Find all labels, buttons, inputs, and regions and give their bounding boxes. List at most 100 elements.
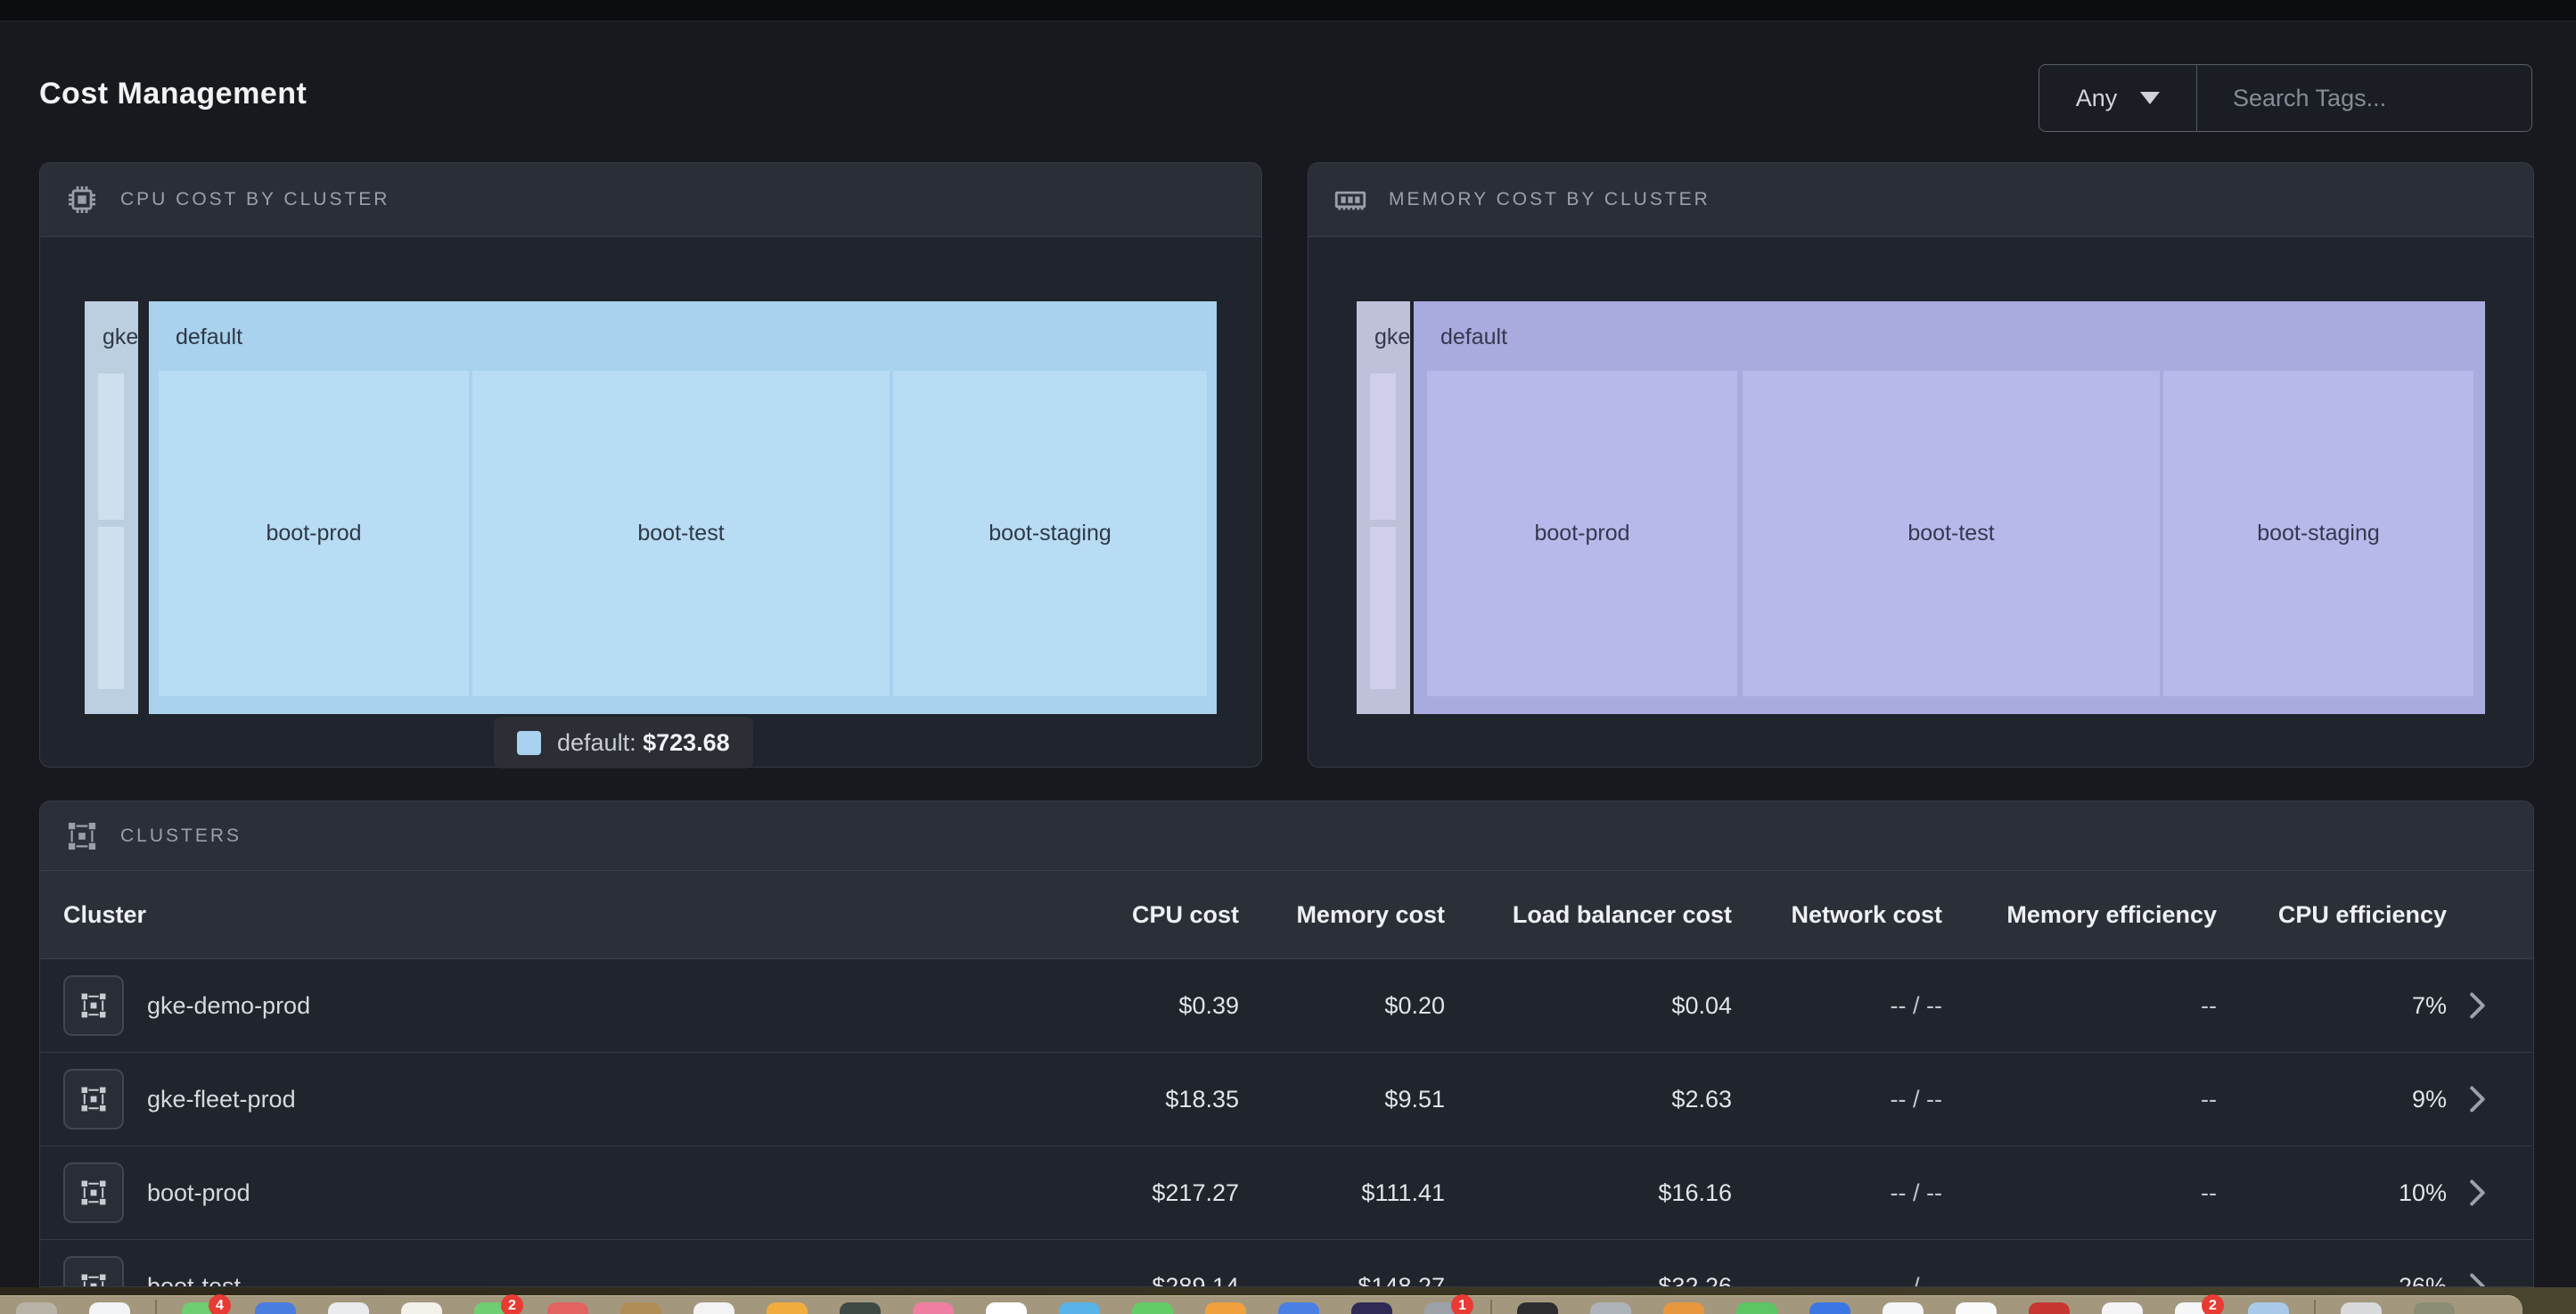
dock-app-icon-18[interactable] xyxy=(1278,1302,1319,1314)
tooltip-label: default: xyxy=(557,729,643,756)
dock-app-icon-32[interactable] xyxy=(2248,1302,2289,1314)
dock-app-icon-34[interactable] xyxy=(2341,1302,2382,1314)
cluster-icon-button[interactable] xyxy=(63,975,124,1036)
row-chevron-right-icon[interactable] xyxy=(2447,1271,2486,1287)
dock-app-icon-26[interactable] xyxy=(1809,1302,1850,1314)
cpu-treemap-cell[interactable] xyxy=(98,527,124,689)
dock-app-icon-25[interactable] xyxy=(1736,1302,1777,1314)
dock-app-icon-12[interactable] xyxy=(840,1302,881,1314)
dock-app-icon-28[interactable] xyxy=(1956,1302,1997,1314)
cluster-name: gke-fleet-prod xyxy=(147,1086,296,1113)
cluster-cell: gke-fleet-prod xyxy=(63,1069,1007,1129)
cluster-name: boot-test xyxy=(147,1273,241,1288)
cpu-efficiency-cell: 9% xyxy=(2217,1086,2447,1113)
treemap-group-label: default xyxy=(1440,324,1507,350)
cpu-chip-icon xyxy=(63,181,101,218)
cpu-treemap-cell-boot-test[interactable]: boot-test xyxy=(472,371,890,696)
search-tags-input[interactable] xyxy=(2197,85,2531,112)
load-balancer-cost-cell: $0.04 xyxy=(1445,992,1732,1020)
clusters-table-header: Cluster CPU cost Memory cost Load balanc… xyxy=(40,871,2533,959)
cpu-treemap-cell-boot-prod[interactable]: boot-prod xyxy=(159,371,469,696)
memory-treemap-group-gke[interactable]: gke xyxy=(1357,301,1410,714)
cluster-row-boot-prod[interactable]: boot-prod$217.27$111.41$16.16-- / ----10… xyxy=(40,1146,2533,1240)
cpu-cost-cell: $217.27 xyxy=(1007,1179,1239,1207)
cpu-panel-title: CPU COST BY CLUSTER xyxy=(120,189,390,210)
cpu-treemap-group-default[interactable]: default boot-prod boot-test boot-staging xyxy=(149,301,1217,714)
dock-app-icon-19[interactable] xyxy=(1351,1302,1392,1314)
memory-treemap-cell[interactable] xyxy=(1370,374,1396,520)
memory-treemap: gke default boot-prod boot-test boot-sta… xyxy=(1357,301,2485,714)
memory-panel-header: MEMORY COST BY CLUSTER xyxy=(1309,163,2533,237)
os-menu-bar xyxy=(0,0,2576,21)
memory-treemap-cell-boot-prod[interactable]: boot-prod xyxy=(1427,371,1737,696)
memory-treemap-cell[interactable] xyxy=(1370,527,1396,689)
dock-app-icon-17[interactable] xyxy=(1205,1302,1246,1314)
dock-app-icon-16[interactable] xyxy=(1132,1302,1173,1314)
cluster-row-gke-fleet-prod[interactable]: gke-fleet-prod$18.35$9.51$2.63-- / ----9… xyxy=(40,1053,2533,1146)
tag-filter-control: Any xyxy=(2039,64,2532,132)
dock-app-icon-29[interactable] xyxy=(2029,1302,2070,1314)
tag-match-value: Any xyxy=(2076,85,2118,112)
memory-treemap-cell-boot-staging[interactable]: boot-staging xyxy=(2163,371,2473,696)
memory-ram-icon xyxy=(1332,181,1369,218)
cluster-row-boot-test[interactable]: boot-test$289.14$148.27$32.26-- / ----26… xyxy=(40,1240,2533,1287)
dock-app-icon-0[interactable] xyxy=(16,1302,57,1314)
cpu-efficiency-cell: 10% xyxy=(2217,1179,2447,1207)
cluster-icon-button[interactable] xyxy=(63,1069,124,1129)
memory-cost-cell: $0.20 xyxy=(1239,992,1445,1020)
dock-notification-badge: 1 xyxy=(1451,1294,1473,1314)
row-chevron-right-icon[interactable] xyxy=(2447,1084,2486,1114)
dock-app-icon-10[interactable] xyxy=(693,1302,734,1314)
treemap-group-label: default xyxy=(176,324,242,350)
dock-app-icon-22[interactable] xyxy=(1517,1302,1558,1314)
memory-cost-cell: $9.51 xyxy=(1239,1086,1445,1113)
macos-dock: 4 2 1 2 xyxy=(0,1295,2523,1314)
cluster-row-gke-demo-prod[interactable]: gke-demo-prod$0.39$0.20$0.04-- / ----7% xyxy=(40,959,2533,1053)
dock-app-icon-14[interactable] xyxy=(986,1302,1027,1314)
dock-divider xyxy=(2314,1300,2316,1314)
col-header-cpu-efficiency: CPU efficiency xyxy=(2217,901,2447,929)
dock-app-icon-23[interactable] xyxy=(1590,1302,1631,1314)
dock-notification-badge: 2 xyxy=(2202,1294,2224,1314)
dock-app-icon-3[interactable]: 4 xyxy=(182,1302,223,1314)
dock-app-icon-1[interactable] xyxy=(89,1302,130,1314)
cpu-treemap: gke default boot-prod boot-test boot-sta… xyxy=(85,301,1217,714)
cpu-treemap-cell-boot-staging[interactable]: boot-staging xyxy=(893,371,1207,696)
network-cost-cell: -- / -- xyxy=(1732,992,1942,1020)
treemap-group-label: gke xyxy=(1374,324,1410,350)
network-cost-cell: -- / -- xyxy=(1732,1179,1942,1207)
network-cost-cell: -- / -- xyxy=(1732,1273,1942,1288)
dock-divider xyxy=(155,1300,157,1314)
tag-match-dropdown[interactable]: Any xyxy=(2039,65,2197,131)
cpu-treemap-group-gke[interactable]: gke xyxy=(85,301,138,714)
dock-app-icon-8[interactable] xyxy=(547,1302,588,1314)
dock-app-icon-6[interactable] xyxy=(401,1302,442,1314)
dock-app-icon-35[interactable] xyxy=(2414,1302,2455,1314)
clusters-panel: CLUSTERS Cluster CPU cost Memory cost Lo… xyxy=(39,801,2534,1287)
dock-app-icon-24[interactable] xyxy=(1663,1302,1704,1314)
row-chevron-right-icon[interactable] xyxy=(2447,1178,2486,1208)
dock-app-icon-20[interactable]: 1 xyxy=(1424,1302,1465,1314)
cpu-treemap-cell[interactable] xyxy=(98,374,124,520)
clusters-panel-header: CLUSTERS xyxy=(40,801,2533,871)
dock-app-icon-5[interactable] xyxy=(328,1302,369,1314)
dock-app-icon-11[interactable] xyxy=(767,1302,808,1314)
dock-app-icon-9[interactable] xyxy=(620,1302,661,1314)
page-title: Cost Management xyxy=(39,77,307,111)
cluster-icon-button[interactable] xyxy=(63,1162,124,1223)
row-chevron-right-icon[interactable] xyxy=(2447,990,2486,1021)
memory-treemap-group-default[interactable]: default boot-prod boot-test boot-staging xyxy=(1414,301,2485,714)
memory-treemap-cell-boot-test[interactable]: boot-test xyxy=(1743,371,2160,696)
memory-efficiency-cell: -- xyxy=(1942,1086,2217,1113)
dock-app-icon-7[interactable]: 2 xyxy=(474,1302,515,1314)
cluster-icon-button[interactable] xyxy=(63,1256,124,1287)
dock-app-icon-13[interactable] xyxy=(913,1302,954,1314)
dock-app-icon-30[interactable] xyxy=(2102,1302,2143,1314)
dock-app-icon-15[interactable] xyxy=(1059,1302,1100,1314)
cluster-cell: boot-test xyxy=(63,1256,1007,1287)
dock-app-icon-4[interactable] xyxy=(255,1302,296,1314)
dock-app-icon-27[interactable] xyxy=(1883,1302,1924,1314)
cluster-cell: gke-demo-prod xyxy=(63,975,1007,1036)
dock-app-icon-31[interactable]: 2 xyxy=(2175,1302,2216,1314)
cluster-cell: boot-prod xyxy=(63,1162,1007,1223)
